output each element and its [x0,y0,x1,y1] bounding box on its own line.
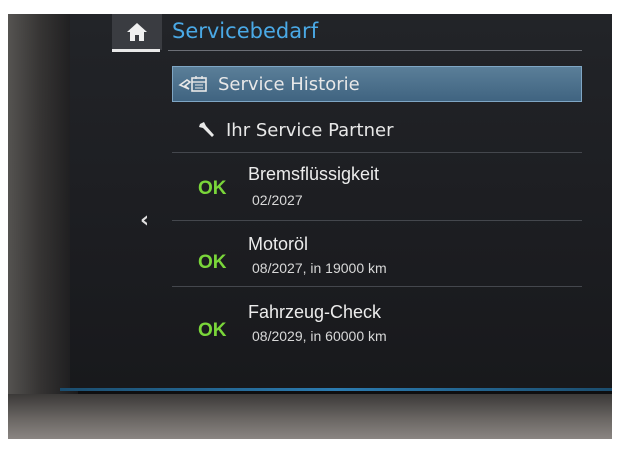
service-name: Bremsflüssigkeit [248,164,380,184]
wrench-icon [196,120,218,140]
home-icon [127,23,147,41]
list-item[interactable]: OK Motoröl 08/2027, in 19000 km [180,226,580,286]
home-button[interactable] [112,14,162,50]
image-border-bottom [0,439,618,467]
status-badge: OK [198,178,227,199]
home-tab-indicator [112,49,160,52]
status-badge: OK [198,320,227,341]
list-divider [172,286,582,287]
header-divider [168,50,582,51]
status-badge: OK [198,252,227,273]
list-divider [172,220,582,221]
service-detail: 08/2029, in 60000 km [252,328,387,344]
image-border-left [0,0,8,467]
bezel-glare [8,14,78,394]
service-name: Motoröl [248,234,309,254]
chevron-left-icon[interactable]: ‹ [140,208,158,234]
dashboard-trim [8,394,612,439]
service-history-icon [178,74,210,94]
menu-item-label: Service Historie [218,73,360,95]
menu-item-label: Ihr Service Partner [226,119,394,141]
service-detail: 02/2027 [252,192,303,208]
list-item[interactable]: OK Fahrzeug-Check 08/2029, in 60000 km [180,292,580,352]
image-border-top [0,0,618,14]
service-name: Fahrzeug-Check [248,302,382,322]
service-detail: 08/2027, in 19000 km [252,260,387,276]
menu-item-service-history[interactable]: Service Historie [172,66,582,102]
page-title: Servicebedarf [172,19,319,43]
list-item[interactable]: OK Bremsflüssigkeit 02/2027 [180,158,580,218]
menu-item-service-partner[interactable]: Ihr Service Partner [172,112,582,148]
ambient-light-strip [60,388,612,391]
image-border-right [612,0,618,467]
menu-divider [172,152,582,153]
